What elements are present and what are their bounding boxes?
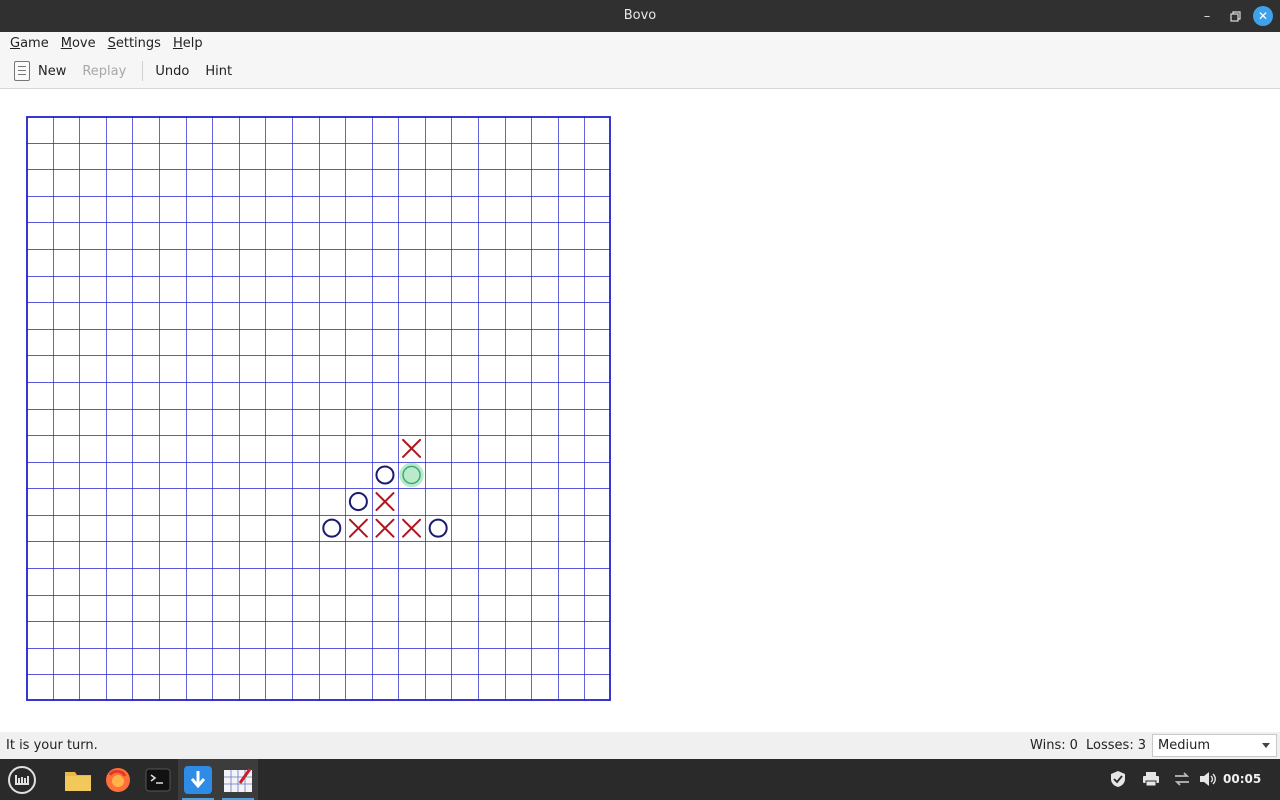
new-game-label: New [38,63,67,79]
restore-icon [1229,10,1241,22]
terminal-icon[interactable] [138,759,178,800]
menu-settings[interactable]: Settings [102,36,167,51]
status-bar: It is your turn. Wins: 0 Losses: 3 Medium [0,732,1280,759]
volume-icon[interactable] [1198,769,1218,789]
update-manager-icon[interactable] [178,759,218,800]
minimize-button[interactable]: – [1197,6,1217,26]
wins-value: 0 [1069,738,1078,753]
losses-label: Losses: [1086,738,1134,753]
menu-help-label: elp [182,35,203,51]
menu-move-accel: M [60,35,72,51]
replay-button[interactable]: Replay [76,58,132,84]
undo-label: Undo [155,63,190,79]
menu-help[interactable]: Help [167,36,209,51]
menu-game-accel: G [10,35,21,51]
bovo-icon[interactable] [218,759,258,800]
printer-icon[interactable] [1141,769,1161,789]
shield-icon[interactable] [1108,769,1128,789]
replay-label: Replay [82,63,127,79]
toolbar: New Replay Undo Hint [0,54,1280,89]
difficulty-select[interactable]: Medium [1152,734,1277,757]
board-background [26,116,611,701]
losses-value: 3 [1137,738,1146,753]
new-game-button[interactable]: New [8,58,72,84]
title-bar: Bovo – ✕ [0,0,1280,32]
menu-settings-label: ettings [115,35,161,51]
menu-move-label: ove [71,35,96,51]
firefox-icon[interactable] [98,759,138,800]
files-icon[interactable] [58,759,98,800]
menu-game-label: ame [20,35,49,51]
menu-settings-accel: S [107,35,116,51]
menu-icon[interactable] [2,759,42,800]
chevron-down-icon [1262,743,1270,748]
maximize-button[interactable] [1225,6,1245,26]
wins-label: Wins: [1030,738,1066,753]
menu-bar: Game Move Settings Help [0,32,1280,54]
new-document-icon [14,61,30,81]
undo-button[interactable]: Undo [149,58,195,84]
window-title: Bovo [623,8,657,23]
menu-move[interactable]: Move [55,36,102,51]
clock[interactable]: 00:05 [1223,759,1261,800]
menu-help-accel: H [172,35,183,51]
network-icon[interactable] [1172,769,1192,789]
difficulty-value: Medium [1158,738,1210,753]
hint-button[interactable]: Hint [199,58,238,84]
hint-label: Hint [205,63,233,79]
score-display: Wins: 0 Losses: 3 [1026,738,1146,753]
close-button[interactable]: ✕ [1253,6,1273,26]
board-grid[interactable] [26,116,611,701]
toolbar-separator [142,61,144,81]
status-message: It is your turn. [6,738,98,753]
menu-game[interactable]: Game [4,36,55,51]
taskbar: 00:05 [0,759,1280,800]
game-board[interactable] [26,116,611,701]
